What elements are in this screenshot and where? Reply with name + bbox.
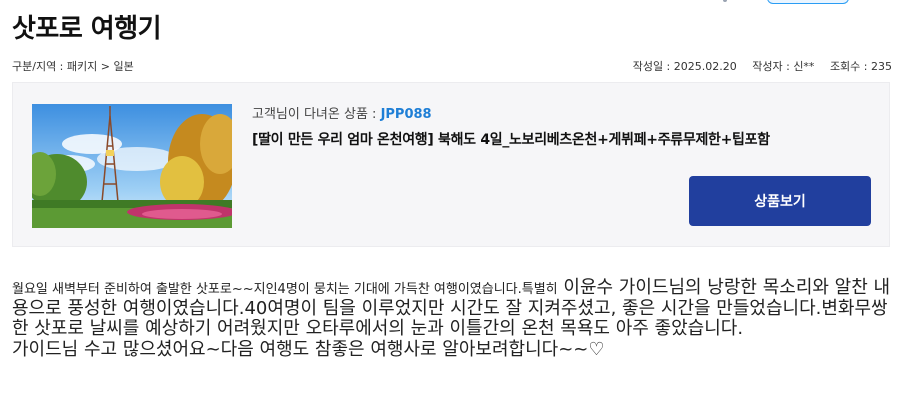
review-text-small: 월요일 새벽부터 준비하여 출발한 삿포로~~지인4명이 뭉치는 기대에 가득찬…: [12, 282, 558, 297]
product-box: 고객님이 다녀온 상품 : JPP088 [딸이 만든 우리 엄마 온천여행] …: [12, 82, 890, 247]
product-thumbnail[interactable]: [32, 104, 232, 228]
views-value: 235: [871, 60, 892, 73]
date-info: 작성일 : 2025.02.20: [633, 60, 737, 73]
view-product-button[interactable]: 상품보기: [689, 176, 871, 226]
product-name[interactable]: [딸이 만든 우리 엄마 온천여행] 북해도 4일_노보리베츠온천+게뷔페+주류…: [252, 129, 770, 149]
views-info: 조회수 : 235: [830, 60, 892, 73]
product-code[interactable]: JPP088: [381, 107, 432, 122]
review-body: 월요일 새벽부터 준비하여 출발한 삿포로~~지인4명이 뭉치는 기대에 가득찬…: [12, 277, 892, 361]
page-title: 삿포로 여행기: [12, 14, 162, 44]
visited-label: 고객님이 다녀온 상품 :: [252, 107, 377, 122]
meta-row: 구분/지역 : 패키지 > 일본 작성일 : 2025.02.20 작성자 : …: [12, 58, 892, 74]
date-value: 2025.02.20: [673, 60, 737, 73]
review-paragraph-2: 가이드님 수고 많으셨어요~다음 여행도 참좋은 여행사로 알아보려합니다~~♡: [12, 339, 605, 361]
review-paragraph-1: 월요일 새벽부터 준비하여 출발한 삿포로~~지인4명이 뭉치는 기대에 가득찬…: [12, 277, 892, 340]
meta-info: 작성일 : 2025.02.20 작성자 : 신** 조회수 : 235: [621, 58, 892, 74]
author-info: 작성자 : 신**: [752, 60, 814, 73]
category-path: 구분/지역 : 패키지 > 일본: [12, 60, 134, 73]
dot-icon: [723, 0, 727, 2]
date-label: 작성일 :: [632, 60, 671, 73]
author-label: 작성자 :: [752, 60, 790, 73]
views-label: 조회수 :: [829, 60, 868, 73]
top-button-edge[interactable]: [767, 0, 849, 4]
author-value: 신**: [793, 60, 815, 73]
visited-product: 고객님이 다녀온 상품 : JPP088: [252, 103, 432, 122]
top-strip: [0, 0, 902, 6]
sapporo-tv-tower-photo: [32, 104, 232, 228]
